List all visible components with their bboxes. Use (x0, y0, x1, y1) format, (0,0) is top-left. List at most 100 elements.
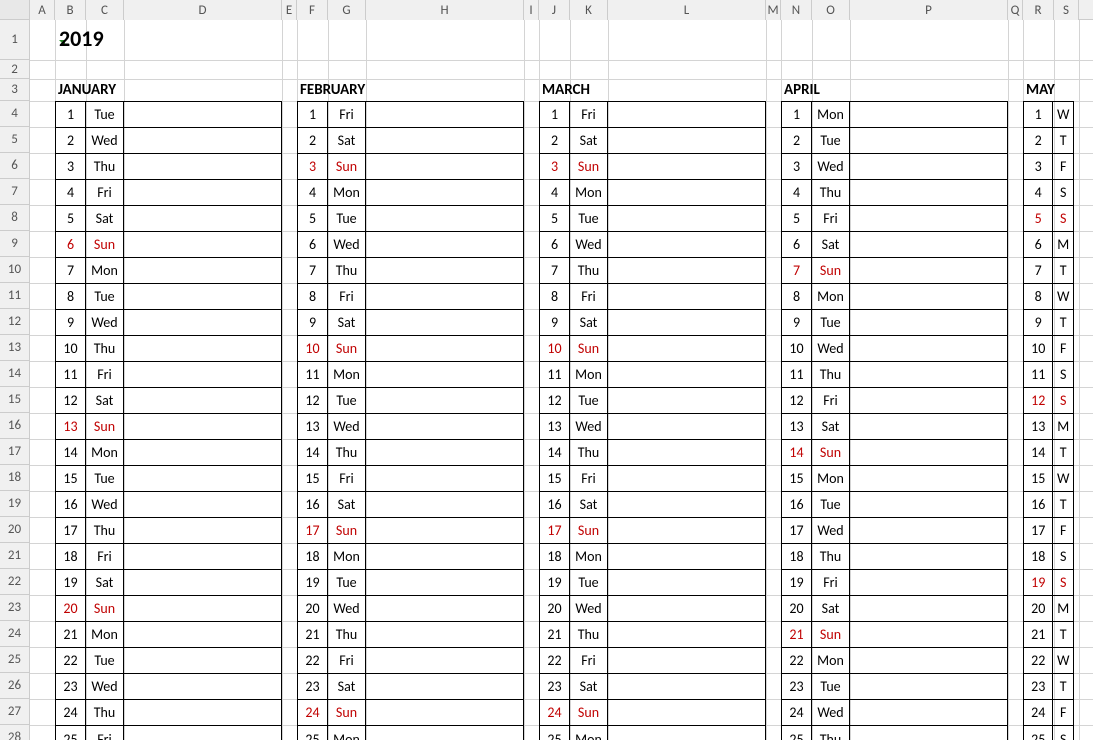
day-note[interactable] (366, 258, 523, 283)
day-note[interactable] (608, 596, 765, 621)
calendar-row[interactable]: 2Sat (540, 128, 765, 154)
calendar-row[interactable]: 19Tue (298, 570, 523, 596)
calendar-row[interactable]: 13Wed (540, 414, 765, 440)
calendar-row[interactable]: 19Tue (540, 570, 765, 596)
col-header-B[interactable]: B (55, 0, 86, 20)
day-note[interactable] (366, 310, 523, 335)
calendar-row[interactable]: 10Sun (298, 336, 523, 362)
calendar-row[interactable]: 14Thu (540, 440, 765, 466)
row-header-20[interactable]: 20 (0, 517, 30, 543)
day-note[interactable] (850, 128, 1007, 153)
calendar-row[interactable]: 25Mon (298, 726, 523, 740)
calendar-row[interactable]: 4S (1024, 180, 1073, 206)
day-note[interactable] (366, 362, 523, 387)
calendar-row[interactable]: 5Fri (782, 206, 1007, 232)
day-note[interactable] (366, 622, 523, 647)
day-note[interactable] (850, 544, 1007, 569)
calendar-row[interactable]: 9Tue (782, 310, 1007, 336)
day-note[interactable] (850, 310, 1007, 335)
col-header-R[interactable]: R (1023, 0, 1054, 20)
row-header-10[interactable]: 10 (0, 257, 30, 283)
day-note[interactable] (608, 700, 765, 725)
day-note[interactable] (850, 492, 1007, 517)
calendar-row[interactable]: 9Sat (540, 310, 765, 336)
calendar-row[interactable]: 6Wed (540, 232, 765, 258)
day-note[interactable] (124, 492, 281, 517)
calendar-row[interactable]: 4Mon (298, 180, 523, 206)
calendar-row[interactable]: 20Wed (540, 596, 765, 622)
calendar-row[interactable]: 3F (1024, 154, 1073, 180)
calendar-row[interactable]: 13Sat (782, 414, 1007, 440)
day-note[interactable] (850, 362, 1007, 387)
calendar-row[interactable]: 8Mon (782, 284, 1007, 310)
row-header-5[interactable]: 5 (0, 127, 30, 153)
day-note[interactable] (608, 284, 765, 309)
calendar-row[interactable]: 25Fri (56, 726, 281, 740)
day-note[interactable] (366, 570, 523, 595)
day-note[interactable] (124, 622, 281, 647)
row-header-21[interactable]: 21 (0, 543, 30, 569)
calendar-row[interactable]: 24Sun (540, 700, 765, 726)
calendar-row[interactable]: 15Mon (782, 466, 1007, 492)
calendar-row[interactable]: 18Mon (540, 544, 765, 570)
calendar-row[interactable]: 19Sat (56, 570, 281, 596)
calendar-row[interactable]: 25Mon (540, 726, 765, 740)
select-all-corner[interactable] (0, 0, 30, 20)
calendar-row[interactable]: 3Sun (298, 154, 523, 180)
day-note[interactable] (124, 570, 281, 595)
day-note[interactable] (850, 284, 1007, 309)
day-note[interactable] (608, 570, 765, 595)
calendar-row[interactable]: 4Mon (540, 180, 765, 206)
day-note[interactable] (850, 440, 1007, 465)
day-note[interactable] (124, 648, 281, 673)
col-header-H[interactable]: H (366, 0, 524, 20)
calendar-row[interactable]: 24Wed (782, 700, 1007, 726)
day-note[interactable] (608, 102, 765, 127)
day-note[interactable] (366, 388, 523, 413)
calendar-row[interactable]: 23Wed (56, 674, 281, 700)
calendar-row[interactable]: 2Sat (298, 128, 523, 154)
calendar-row[interactable]: 12S (1024, 388, 1073, 414)
day-note[interactable] (850, 258, 1007, 283)
row-header-4[interactable]: 4 (0, 101, 30, 127)
row-header-18[interactable]: 18 (0, 465, 30, 491)
col-header-N[interactable]: N (781, 0, 812, 20)
day-note[interactable] (608, 492, 765, 517)
calendar-row[interactable]: 13M (1024, 414, 1073, 440)
day-note[interactable] (124, 700, 281, 725)
col-header-I[interactable]: I (524, 0, 539, 20)
calendar-row[interactable]: 25Thu (782, 726, 1007, 740)
day-note[interactable] (608, 310, 765, 335)
day-note[interactable] (850, 700, 1007, 725)
calendar-row[interactable]: 5Tue (540, 206, 765, 232)
calendar-row[interactable]: 11Thu (782, 362, 1007, 388)
day-note[interactable] (608, 544, 765, 569)
calendar-row[interactable]: 5S (1024, 206, 1073, 232)
day-note[interactable] (608, 232, 765, 257)
calendar-row[interactable]: 21Thu (298, 622, 523, 648)
calendar-row[interactable]: 24Thu (56, 700, 281, 726)
day-note[interactable] (124, 128, 281, 153)
calendar-row[interactable]: 16Sat (540, 492, 765, 518)
day-note[interactable] (850, 596, 1007, 621)
calendar-row[interactable]: 6Wed (298, 232, 523, 258)
day-note[interactable] (608, 414, 765, 439)
calendar-row[interactable]: 23T (1024, 674, 1073, 700)
calendar-row[interactable]: 6Sat (782, 232, 1007, 258)
calendar-row[interactable]: 11Fri (56, 362, 281, 388)
day-note[interactable] (608, 674, 765, 699)
col-header-Q[interactable]: Q (1008, 0, 1023, 20)
calendar-row[interactable]: 3Wed (782, 154, 1007, 180)
calendar-row[interactable]: 16T (1024, 492, 1073, 518)
calendar-row[interactable]: 10F (1024, 336, 1073, 362)
calendar-row[interactable]: 10Thu (56, 336, 281, 362)
day-note[interactable] (608, 622, 765, 647)
calendar-row[interactable]: 1W (1024, 102, 1073, 128)
calendar-row[interactable]: 9Wed (56, 310, 281, 336)
day-note[interactable] (366, 726, 523, 740)
day-note[interactable] (850, 102, 1007, 127)
day-note[interactable] (366, 596, 523, 621)
day-note[interactable] (608, 154, 765, 179)
calendar-row[interactable]: 17Thu (56, 518, 281, 544)
calendar-row[interactable]: 12Tue (298, 388, 523, 414)
